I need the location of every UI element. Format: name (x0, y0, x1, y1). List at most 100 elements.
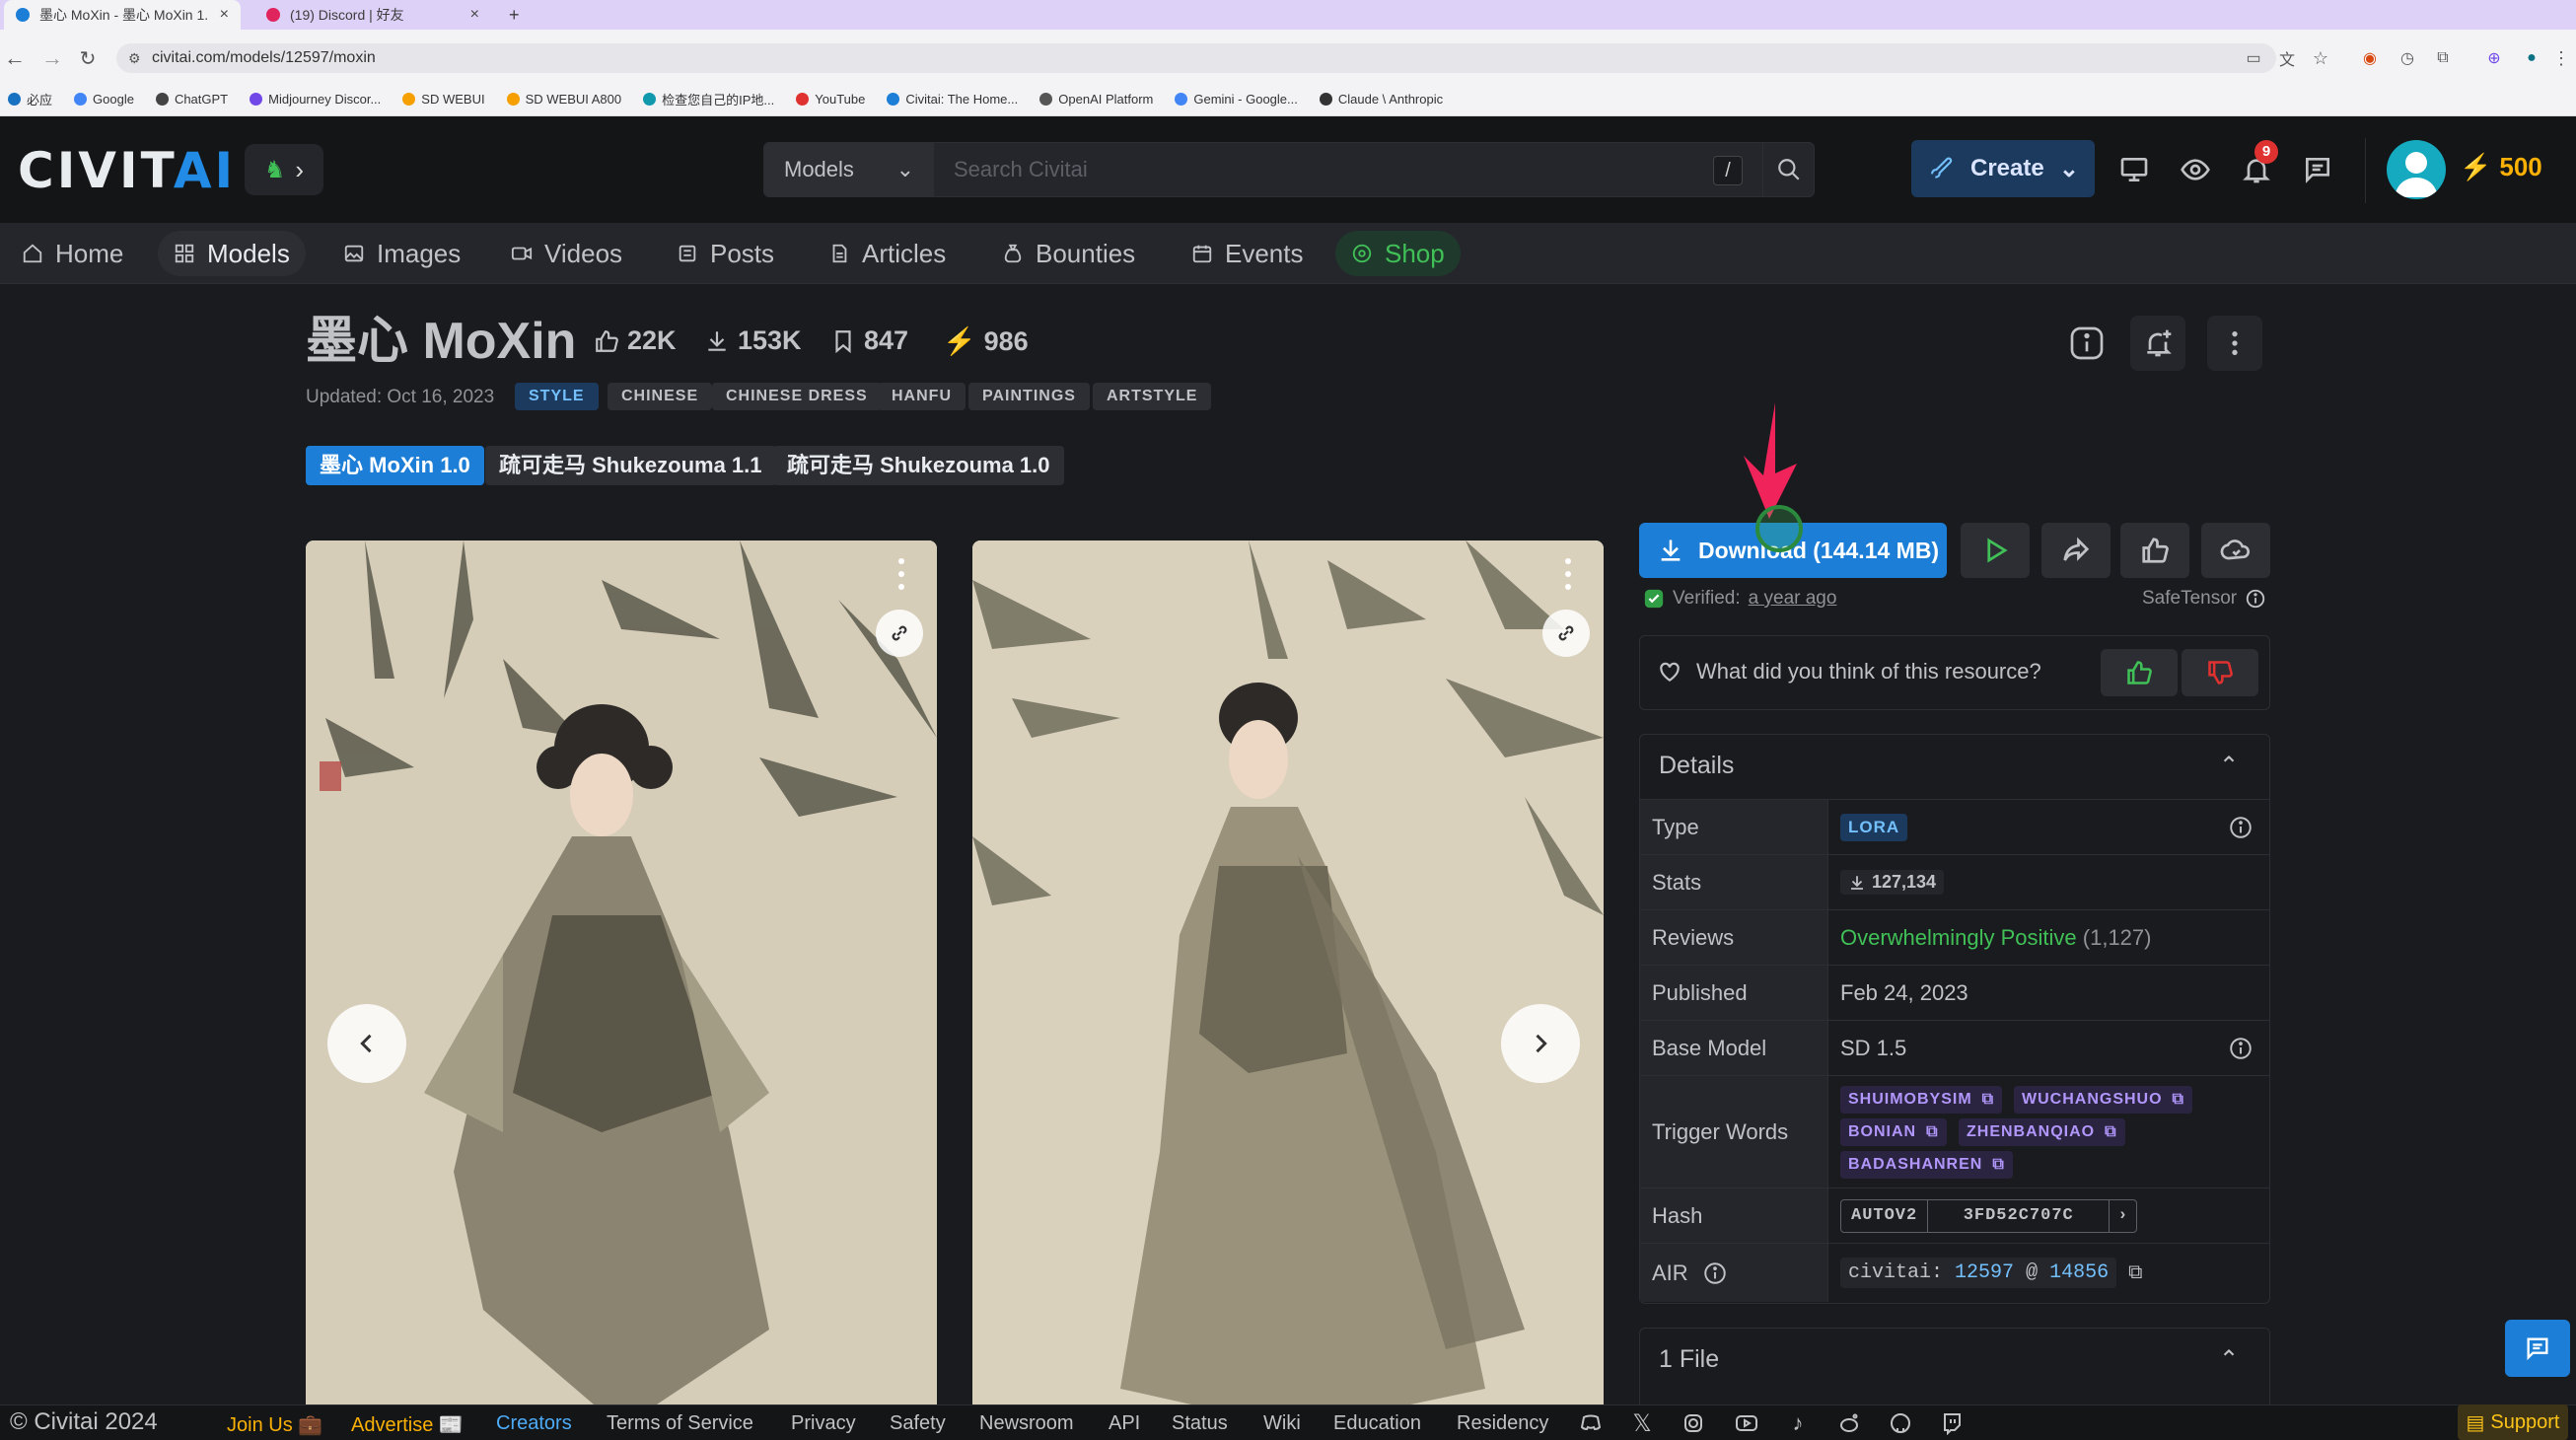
browser-tab-civitai[interactable]: 墨心 MoXin - 墨心 MoXin 1.0 | × (4, 0, 241, 30)
avatar[interactable] (2387, 140, 2446, 199)
bookmark-item[interactable]: Midjourney Discor... (250, 92, 381, 107)
chat-widget-button[interactable] (2505, 1320, 2570, 1377)
image-link-button[interactable] (1542, 610, 1590, 657)
civitai-logo[interactable]: CIVITAI (18, 146, 236, 195)
bookmark-item[interactable]: OpenAI Platform (1039, 92, 1153, 107)
bookmark-item[interactable]: 必应 (8, 90, 52, 108)
copy-icon[interactable]: ⧉ (2173, 1086, 2184, 1114)
download-icon[interactable]: ⊕ (2481, 45, 2507, 71)
nav-articles[interactable]: Articles (813, 231, 962, 276)
nav-models[interactable]: Models (158, 231, 306, 276)
url-bar[interactable]: ⚙ civitai.com/models/12597/moxin (116, 43, 2276, 73)
footer-link-wiki[interactable]: Wiki (1263, 1412, 1301, 1435)
profile-icon[interactable]: ● (2519, 45, 2544, 71)
bookmark-item[interactable]: Claude \ Anthropic (1319, 92, 1443, 107)
forward-icon[interactable]: → (39, 45, 65, 71)
version-tab-shukezouma-1-1[interactable]: 疏可走马 Shukezouma 1.1 (485, 446, 776, 485)
new-tab-button[interactable]: + (497, 0, 532, 30)
info-icon[interactable] (2228, 1036, 2254, 1061)
trigger-word-chip[interactable]: BADASHANREN ⧉ (1840, 1151, 2013, 1179)
trigger-word-chip[interactable]: BONIAN ⧉ (1840, 1118, 1947, 1146)
copy-icon[interactable]: ⧉ (2105, 1118, 2116, 1146)
tag-paintings[interactable]: PAINTINGS (968, 383, 1090, 410)
chevron-right-icon[interactable]: › (2110, 1200, 2136, 1232)
nav-events[interactable]: Events (1176, 231, 1320, 276)
version-tab-shukezouma-1-0[interactable]: 疏可走马 Shukezouma 1.0 (773, 446, 1064, 485)
buzz-balance[interactable]: ⚡ 500 (2460, 152, 2542, 182)
bookmark-item[interactable]: SD WEBUI A800 (506, 92, 621, 107)
share-button[interactable] (2041, 523, 2111, 578)
upload-monitor-icon[interactable] (2114, 150, 2154, 189)
tag-artstyle[interactable]: ARTSTYLE (1093, 383, 1212, 410)
bookmark-item[interactable]: 检查您自己的IP地... (643, 90, 774, 108)
verified-time-link[interactable]: a year ago (1749, 588, 1837, 610)
twitch-icon[interactable] (1939, 1410, 1965, 1436)
carousel-prev-button[interactable] (327, 1004, 406, 1083)
hash-selector[interactable]: AUTOV2 3FD52C707C › (1840, 1198, 2138, 1233)
like-button[interactable] (2120, 523, 2189, 578)
history-icon[interactable]: ◷ (2395, 45, 2420, 71)
trigger-word-chip[interactable]: SHUIMOBYSIM ⧉ (1840, 1086, 2003, 1114)
tiktok-icon[interactable]: ♪ (1785, 1410, 1811, 1436)
nav-images[interactable]: Images (327, 231, 476, 276)
details-heading[interactable]: Details (1659, 752, 1734, 780)
chat-icon[interactable] (2298, 150, 2337, 189)
footer-link-residency[interactable]: Residency (1457, 1412, 1548, 1435)
tag-chinese[interactable]: CHINESE (608, 383, 713, 410)
translate-icon[interactable]: 文 (2274, 45, 2300, 71)
trigger-word-chip[interactable]: WUCHANGSHUO ⧉ (2014, 1086, 2192, 1114)
search-scope-select[interactable]: Models ⌄ (764, 143, 934, 196)
copy-icon[interactable]: ⧉ (2128, 1261, 2142, 1284)
footer-link-terms[interactable]: Terms of Service (607, 1412, 753, 1435)
instagram-icon[interactable] (1681, 1410, 1706, 1436)
trigger-word-chip[interactable]: ZHENBANQIAO ⧉ (1959, 1118, 2125, 1146)
browser-menu-icon[interactable]: ⋮ (2548, 45, 2574, 71)
info-icon[interactable] (2228, 815, 2254, 840)
thumbs-down-review-button[interactable] (2182, 649, 2258, 696)
gallery-image-1[interactable] (306, 540, 937, 1440)
reload-icon[interactable]: ↻ (75, 45, 101, 71)
x-twitter-icon[interactable]: 𝕏 (1629, 1410, 1655, 1437)
thumbs-up-review-button[interactable] (2101, 649, 2178, 696)
run-button[interactable] (1961, 523, 2030, 578)
eye-icon[interactable] (2176, 150, 2215, 189)
brand-menu-button[interactable]: ♞ › (245, 144, 323, 195)
footer-link-safety[interactable]: Safety (890, 1412, 946, 1435)
bookmark-star-icon[interactable]: ☆ (2308, 45, 2333, 71)
bookmark-item[interactable]: Gemini - Google... (1175, 92, 1298, 107)
extensions-puzzle-icon[interactable]: ⧉ (2430, 45, 2456, 71)
tag-hanfu[interactable]: HANFU (878, 383, 966, 410)
copy-icon[interactable]: ⧉ (1926, 1118, 1938, 1146)
gallery-image-2[interactable] (972, 540, 1604, 1440)
more-options-button[interactable] (2207, 316, 2262, 371)
follow-notification-button[interactable] (2130, 316, 2185, 371)
support-button[interactable]: ▤ Support (2458, 1404, 2568, 1440)
discord-icon[interactable] (1578, 1410, 1604, 1436)
search-button[interactable] (1762, 143, 1814, 196)
search-input[interactable] (934, 143, 1762, 196)
carousel-next-button[interactable] (1501, 1004, 1580, 1083)
version-tab-moxin-1-0[interactable]: 墨心 MoXin 1.0 (306, 446, 484, 485)
image-menu-button[interactable] (895, 558, 907, 590)
image-link-button[interactable] (876, 610, 923, 657)
nav-bounties[interactable]: Bounties (986, 231, 1151, 276)
copy-icon[interactable]: ⧉ (1992, 1151, 2004, 1179)
footer-link-api[interactable]: API (1109, 1412, 1140, 1435)
footer-link-creators[interactable]: Creators (496, 1412, 572, 1435)
footer-link-newsroom[interactable]: Newsroom (979, 1412, 1074, 1435)
footer-link-status[interactable]: Status (1172, 1412, 1228, 1435)
info-icon[interactable] (2245, 588, 2266, 610)
copy-icon[interactable]: ⧉ (1982, 1086, 1994, 1114)
back-icon[interactable]: ← (2, 45, 28, 71)
reviews-link[interactable]: Overwhelmingly Positive (1840, 925, 2077, 951)
browser-tab-discord[interactable]: (19) Discord | 好友 × (254, 0, 491, 30)
bookmark-item[interactable]: ChatGPT (155, 92, 228, 107)
chevron-up-icon[interactable]: ⌃ (2219, 1345, 2239, 1374)
files-heading[interactable]: 1 File (1659, 1345, 1719, 1374)
youtube-icon[interactable] (1734, 1410, 1759, 1436)
nav-shop[interactable]: Shop (1335, 231, 1461, 276)
nav-videos[interactable]: Videos (495, 231, 638, 276)
extension-icon[interactable]: ◉ (2357, 45, 2383, 71)
cloud-save-button[interactable] (2201, 523, 2270, 578)
info-button[interactable] (2059, 316, 2114, 371)
